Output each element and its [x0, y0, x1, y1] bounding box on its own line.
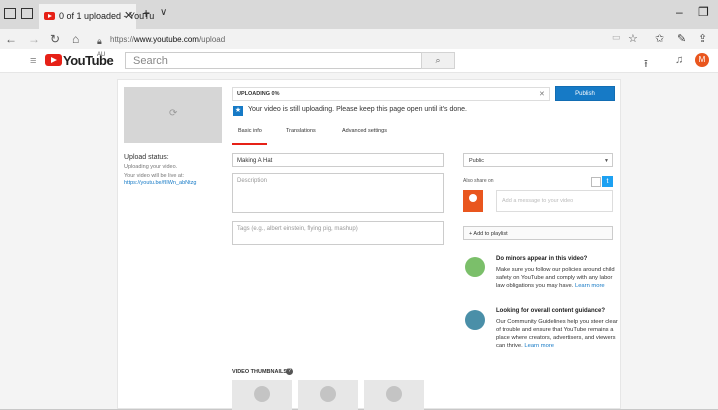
privacy-value: Public	[469, 158, 484, 164]
loading-spinner-icon: ⟳	[169, 108, 178, 119]
tab-translations[interactable]: Translations	[286, 128, 316, 134]
help-icon[interactable]: ?	[286, 368, 293, 375]
url-prefix: https://	[110, 35, 135, 44]
upload-notice: Your video is still uploading. Please ke…	[248, 106, 468, 113]
pen-icon[interactable]: ✎	[677, 32, 686, 45]
search-input[interactable]: Search	[125, 52, 422, 69]
minors-text: Make sure you follow our policies around…	[496, 266, 618, 290]
youtube-header: ≡ YouTube AU Search ⌕ ⭱ ♫ M	[0, 49, 718, 73]
guidance-text: Our Community Guidelines help you steer …	[496, 318, 618, 350]
close-tab-icon[interactable]: ✕	[124, 9, 133, 22]
search-button[interactable]: ⌕	[421, 52, 455, 69]
star-notice-icon: ★	[233, 106, 243, 116]
live-url-label: Your video will be live at:	[124, 173, 185, 179]
tab-advanced-settings[interactable]: Advanced settings	[342, 128, 387, 134]
tab-bar: 0 of 1 uploaded - YouTu ✕ + ∨ – ❐	[0, 0, 718, 29]
upload-icon[interactable]: ⭱	[644, 55, 648, 74]
minors-title: Do minors appear in this video?	[496, 256, 588, 262]
youtube-favicon-icon	[44, 12, 55, 20]
refresh-icon[interactable]: ↻	[50, 32, 60, 46]
restore-icon[interactable]: ❐	[698, 5, 709, 19]
tab-basic-info[interactable]: Basic info	[238, 128, 262, 134]
description-field[interactable]: Description	[232, 173, 444, 213]
youtube-logo-icon[interactable]	[45, 54, 62, 66]
active-tab-indicator	[232, 143, 267, 145]
avatar[interactable]: M	[695, 53, 709, 67]
guidance-body: Our Community Guidelines help you steer …	[496, 319, 618, 349]
share-label: Also share on	[463, 178, 494, 184]
share-message-input[interactable]: Add a message to your video	[496, 190, 613, 212]
tags-field[interactable]: Tags (e.g., albert einstein, flying pig,…	[232, 221, 444, 245]
share-message-placeholder: Add a message to your video	[502, 198, 574, 204]
favorite-star-icon[interactable]: ☆	[628, 32, 638, 45]
publish-button[interactable]: Publish	[555, 86, 615, 101]
upload-tabs: Basic info Translations Advanced setting…	[232, 126, 482, 146]
share-checkbox[interactable]	[591, 177, 601, 187]
minors-learn-more-link[interactable]: Learn more	[575, 283, 605, 289]
live-url-link[interactable]: https://youtu.be/fIIWn_abNtzg	[124, 180, 196, 186]
video-thumbnails-label: VIDEO THUMBNAILS	[232, 369, 287, 375]
upload-progress-bar: UPLOADING 0% ✕	[232, 87, 550, 101]
tags-placeholder: Tags (e.g., albert einstein, flying pig,…	[237, 226, 358, 232]
tab-actions-icon[interactable]	[4, 8, 16, 19]
favorites-icon[interactable]: ✩	[655, 32, 664, 45]
address-bar-row: ← → ↻ ⌂ 🔒︎ https://www.youtube.com/uploa…	[0, 29, 718, 49]
guidance-icon	[465, 310, 485, 330]
minimize-icon[interactable]: –	[676, 5, 683, 19]
search-placeholder: Search	[133, 55, 168, 67]
title-value: Making A Hat	[237, 158, 273, 164]
share-icon[interactable]: ⇪	[698, 32, 707, 45]
browser-window: 0 of 1 uploaded - YouTu ✕ + ∨ – ❐ ← → ↻ …	[0, 0, 718, 410]
url-field[interactable]: https://www.youtube.com/upload	[110, 35, 225, 44]
thumbnail-option[interactable]	[232, 380, 292, 410]
tab-dropdown-icon[interactable]: ∨	[160, 7, 167, 18]
search-icon: ⌕	[435, 55, 441, 65]
twitter-icon[interactable]: t	[602, 176, 613, 187]
tabs-aside-icon[interactable]	[21, 8, 33, 19]
browser-tab[interactable]: 0 of 1 uploaded - YouTu ✕	[39, 4, 154, 29]
cancel-upload-icon[interactable]: ✕	[539, 90, 545, 98]
home-icon[interactable]: ⌂	[72, 32, 79, 46]
guidance-title: Looking for overall content guidance?	[496, 308, 606, 314]
minors-icon	[465, 257, 485, 277]
share-avatar	[463, 190, 483, 212]
thumbnail-option[interactable]	[364, 380, 424, 410]
progress-label: UPLOADING 0%	[237, 91, 280, 97]
notifications-icon[interactable]: ♫	[675, 54, 683, 66]
description-placeholder: Description	[237, 178, 268, 184]
region-code: AU	[97, 52, 106, 58]
url-path: /upload	[198, 35, 226, 44]
new-tab-icon[interactable]: +	[142, 5, 150, 21]
menu-icon[interactable]: ≡	[30, 55, 36, 67]
privacy-select[interactable]: Public ▼	[463, 153, 613, 167]
add-to-playlist-label: + Add to playlist	[469, 231, 508, 237]
youtube-logo-text[interactable]: YouTube	[63, 53, 114, 68]
title-field[interactable]: Making A Hat	[232, 153, 444, 167]
forward-icon[interactable]: →	[28, 32, 40, 46]
upload-card: ⟳ Upload status: Uploading your video. Y…	[117, 79, 621, 410]
upload-status-text: Uploading your video.	[124, 164, 178, 170]
tab-title: 0 of 1 uploaded - YouTu	[59, 11, 155, 21]
chevron-down-icon: ▼	[604, 158, 609, 164]
url-domain: www.youtube.com	[134, 35, 199, 44]
lock-icon: 🔒︎	[97, 36, 102, 46]
reading-view-icon[interactable]: ▭	[612, 32, 621, 43]
thumbnail-option[interactable]	[298, 380, 358, 410]
back-icon[interactable]: ←	[5, 32, 17, 46]
guidance-learn-more-link[interactable]: Learn more	[524, 343, 554, 349]
add-to-playlist-button[interactable]: + Add to playlist	[463, 226, 613, 240]
upload-status-title: Upload status:	[124, 154, 169, 161]
video-preview: ⟳	[124, 87, 222, 143]
